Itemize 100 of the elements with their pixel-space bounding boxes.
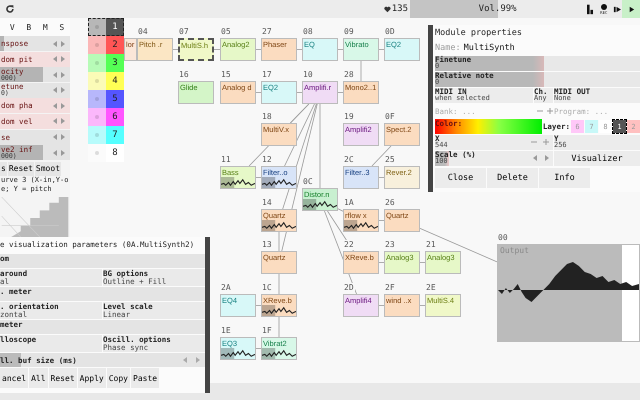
column-header[interactable]: B — [26, 22, 32, 32]
left-arrow-icon[interactable] — [53, 102, 57, 109]
module-id: 28 — [343, 70, 355, 80]
module-name-field[interactable]: MultiSynth — [464, 43, 515, 53]
wire-line — [378, 262, 384, 263]
left-arrow-icon[interactable] — [53, 118, 57, 124]
column-header[interactable]: V — [10, 22, 15, 32]
left-arrow-icon[interactable] — [53, 134, 57, 140]
module-id: 1E — [220, 326, 232, 336]
module-id: 14 — [261, 198, 273, 208]
dialog-button[interactable]: ancel — [0, 368, 28, 388]
module-id: 0F — [384, 112, 396, 122]
dialog-button[interactable]: Reset — [48, 368, 77, 388]
visualizer-button[interactable]: Visualizer — [554, 151, 640, 166]
dialog-button[interactable]: Paste — [131, 368, 160, 388]
left-arrow-icon[interactable] — [53, 150, 57, 156]
wire-line — [378, 177, 384, 178]
wire-line — [338, 92, 344, 93]
panel-button[interactable]: Reset — [8, 162, 34, 176]
right-arrow-icon[interactable] — [61, 40, 65, 46]
wire-line — [256, 348, 262, 349]
wire-line — [378, 49, 384, 50]
bpm-value[interactable]: 135 — [392, 4, 408, 14]
module-id: 18 — [261, 112, 273, 122]
panel-button[interactable]: Delete — [487, 168, 538, 188]
module-id: 09 — [343, 27, 355, 37]
module-id: 16 — [178, 70, 190, 80]
heart-icon — [384, 6, 391, 12]
wire-line — [360, 60, 362, 82]
plus-icon[interactable] — [543, 139, 549, 145]
panel-button[interactable]: Smoot — [34, 162, 62, 176]
left-arrow-icon[interactable] — [53, 56, 57, 62]
module-id: 2C — [343, 155, 355, 165]
right-arrow-icon[interactable] — [61, 102, 65, 109]
right-arrow-icon[interactable] — [61, 56, 65, 62]
wire-line — [256, 177, 262, 178]
module-id: 08 — [302, 27, 314, 37]
module-id: 1C — [261, 283, 273, 293]
right-arrow-icon[interactable] — [61, 134, 65, 140]
wire-line — [256, 49, 262, 50]
right-arrow-icon[interactable] — [61, 72, 65, 78]
module-id: 05 — [220, 27, 232, 37]
module-id: 2A — [220, 283, 232, 293]
wire-line — [172, 49, 178, 50]
curve-drawing — [0, 197, 70, 237]
wire-line — [278, 274, 280, 294]
wire-line — [420, 305, 426, 306]
level-meter-icon — [587, 3, 594, 15]
panel-button[interactable]: s — [0, 162, 7, 176]
module-id: 0D — [384, 27, 396, 37]
wire-line — [378, 220, 384, 221]
wire-line — [278, 232, 280, 252]
wire-line — [378, 305, 384, 306]
module-id: 23 — [384, 240, 396, 250]
module-id: 2E — [425, 283, 437, 293]
module-id: 12 — [261, 155, 273, 165]
play-icon — [626, 4, 636, 14]
left-arrow-icon[interactable] — [53, 40, 57, 46]
module-id: 22 — [343, 240, 355, 250]
module-id: 00 — [497, 233, 509, 243]
left-arrow-icon[interactable] — [183, 357, 187, 363]
module-id: 25 — [384, 155, 396, 165]
module-id: 0C — [302, 177, 314, 187]
panel-button[interactable]: Close — [435, 168, 486, 188]
right-arrow-icon[interactable] — [61, 150, 65, 156]
dialog-button[interactable]: Apply — [78, 368, 106, 388]
right-arrow-icon[interactable] — [545, 155, 549, 161]
panel-button[interactable]: Info — [539, 168, 590, 188]
module-id: 07 — [178, 27, 190, 37]
wire-line — [256, 305, 262, 306]
right-arrow-icon[interactable] — [61, 118, 65, 124]
module-id: 13 — [261, 240, 273, 250]
wire-line — [278, 316, 280, 338]
wire-line — [338, 49, 344, 50]
module-id: 27 — [261, 27, 273, 37]
module-id: 26 — [384, 198, 396, 208]
minus-icon[interactable] — [531, 139, 537, 145]
module-id: 10 — [302, 70, 314, 80]
dialog-button[interactable]: Copy — [106, 368, 130, 388]
module-id: 2D — [343, 283, 355, 293]
play-from-icon[interactable] — [613, 4, 622, 14]
left-arrow-icon[interactable] — [53, 72, 57, 78]
module-id: 04 — [137, 27, 149, 37]
module-id: 19 — [343, 112, 355, 122]
module-id: 1F — [261, 326, 273, 336]
wire-line — [256, 92, 262, 93]
module-id: 11 — [220, 155, 232, 165]
right-arrow-icon[interactable] — [61, 87, 65, 94]
refresh-icon[interactable] — [5, 4, 15, 14]
column-header[interactable]: S — [59, 22, 64, 32]
module-id: 2F — [384, 283, 396, 293]
panel-title: Module properties — [435, 28, 523, 40]
right-arrow-icon[interactable] — [196, 357, 200, 363]
column-header[interactable]: M — [42, 22, 48, 32]
dialog-button[interactable]: All — [29, 368, 48, 388]
wire-line — [296, 92, 302, 93]
play-button[interactable] — [622, 0, 640, 18]
left-arrow-icon[interactable] — [53, 87, 57, 94]
left-arrow-icon[interactable] — [533, 155, 537, 161]
module-id: 1A — [343, 198, 355, 208]
